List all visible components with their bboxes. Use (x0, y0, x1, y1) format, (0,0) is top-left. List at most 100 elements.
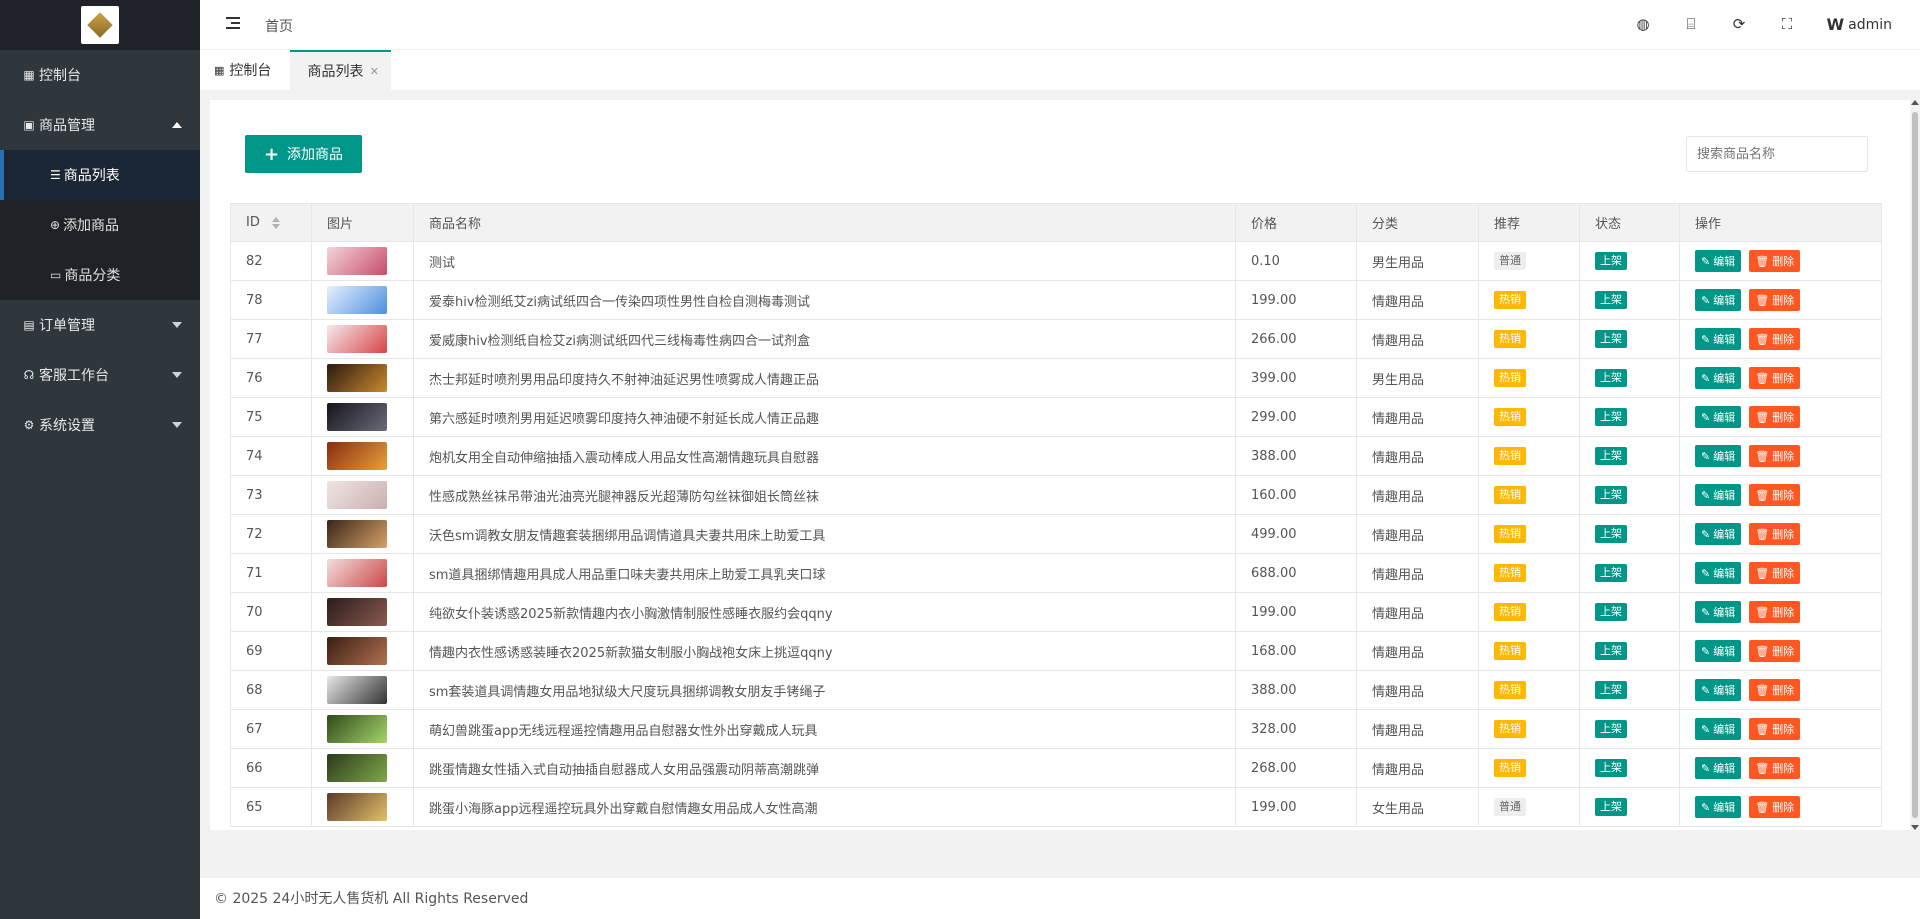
refresh-icon[interactable]: ⟳ (1730, 15, 1748, 33)
globe-icon[interactable]: ◍ (1634, 15, 1652, 33)
sort-icon[interactable] (272, 216, 280, 229)
cell-image (311, 241, 414, 281)
edit-button[interactable]: ✎ 编辑 (1695, 679, 1742, 701)
delete-button[interactable]: 🗑 删除 (1749, 406, 1801, 428)
sidebar-item-add-product[interactable]: ⊕ 添加商品 (0, 200, 200, 250)
edit-button[interactable]: ✎ 编辑 (1695, 601, 1742, 623)
product-thumbnail[interactable] (327, 559, 387, 587)
sidebar-item-product-list[interactable]: ☰ 商品列表 (0, 150, 200, 200)
cell-name: 萌幻兽跳蛋app无线远程遥控情趣用品自慰器女性外出穿戴成人玩具 (413, 709, 1236, 749)
recommend-badge: 热销 (1494, 720, 1526, 738)
edit-button[interactable]: ✎ 编辑 (1695, 445, 1742, 467)
add-product-button[interactable]: + 添加商品 (245, 135, 362, 173)
edit-button[interactable]: ✎ 编辑 (1695, 796, 1742, 818)
cell-status: 上架 (1579, 553, 1680, 593)
recommend-badge: 热销 (1494, 330, 1526, 348)
product-thumbnail[interactable] (327, 715, 387, 743)
cell-name: 杰士邦延时喷剂男用品印度持久不射神油延迟男性喷雾成人情趣正品 (413, 358, 1236, 398)
gift-icon[interactable]: ⌸ (1682, 15, 1700, 33)
delete-button[interactable]: 🗑 删除 (1749, 367, 1801, 389)
cell-category: 男生用品 (1356, 241, 1479, 281)
logo[interactable] (0, 0, 200, 50)
delete-button[interactable]: 🗑 删除 (1749, 796, 1801, 818)
cell-name: 性感成熟丝袜吊带油光油亮光腿神器反光超薄防勾丝袜御姐长筒丝袜 (413, 475, 1236, 515)
edit-button[interactable]: ✎ 编辑 (1695, 250, 1742, 272)
cell-category: 男生用品 (1356, 358, 1479, 398)
headset-icon: ☊ (23, 368, 35, 382)
cell-id: 65 (230, 787, 312, 827)
edit-button[interactable]: ✎ 编辑 (1695, 328, 1742, 350)
scroll-down-icon[interactable] (1911, 825, 1919, 830)
product-thumbnail[interactable] (327, 481, 387, 509)
close-icon[interactable]: ✕ (370, 65, 379, 78)
delete-button[interactable]: 🗑 删除 (1749, 601, 1801, 623)
product-thumbnail[interactable] (327, 520, 387, 548)
product-thumbnail[interactable] (327, 676, 387, 704)
scroll-up-icon[interactable] (1911, 100, 1919, 105)
scrollbar-thumb[interactable] (1912, 112, 1918, 818)
sidebar-item-order-management[interactable]: ▤ 订单管理 (0, 300, 200, 350)
product-thumbnail[interactable] (327, 364, 387, 392)
product-thumbnail[interactable] (327, 754, 387, 782)
delete-button[interactable]: 🗑 删除 (1749, 757, 1801, 779)
tab-product-list[interactable]: 商品列表 ✕ (290, 50, 391, 90)
edit-button[interactable]: ✎ 编辑 (1695, 289, 1742, 311)
search-input[interactable] (1686, 136, 1868, 172)
cell-price: 268.00 (1235, 748, 1357, 788)
cell-actions: ✎ 编辑 🗑 删除 (1679, 592, 1882, 632)
delete-button[interactable]: 🗑 删除 (1749, 328, 1801, 350)
fullscreen-icon[interactable]: ⛶ (1778, 15, 1796, 33)
delete-button[interactable]: 🗑 删除 (1749, 640, 1801, 662)
cell-recommend: 热销 (1478, 280, 1580, 320)
edit-button[interactable]: ✎ 编辑 (1695, 757, 1742, 779)
product-thumbnail[interactable] (327, 286, 387, 314)
cell-recommend: 热销 (1478, 670, 1580, 710)
scrollbar[interactable] (1910, 100, 1920, 830)
cell-image (311, 319, 414, 359)
product-thumbnail[interactable] (327, 442, 387, 470)
product-thumbnail[interactable] (327, 325, 387, 353)
product-thumbnail[interactable] (327, 247, 387, 275)
sidebar-item-customer-service[interactable]: ☊ 客服工作台 (0, 350, 200, 400)
product-thumbnail[interactable] (327, 403, 387, 431)
plus-icon: + (263, 143, 280, 165)
column-header-id[interactable]: ID (230, 203, 312, 242)
edit-button[interactable]: ✎ 编辑 (1695, 718, 1742, 740)
delete-button[interactable]: 🗑 删除 (1749, 718, 1801, 740)
breadcrumb[interactable]: 首页 (265, 16, 293, 36)
edit-icon: ✎ (1701, 293, 1711, 307)
status-badge: 上架 (1595, 447, 1627, 465)
tab-label: 商品列表 (307, 64, 364, 80)
delete-button[interactable]: 🗑 删除 (1749, 445, 1801, 467)
status-badge: 上架 (1595, 720, 1627, 738)
sidebar-item-product-management[interactable]: ▣ 商品管理 (0, 100, 200, 150)
edit-button[interactable]: ✎ 编辑 (1695, 484, 1742, 506)
cell-name: 跳蛋小海豚app远程遥控玩具外出穿戴自慰情趣女用品成人女性高潮 (413, 787, 1236, 827)
edit-button[interactable]: ✎ 编辑 (1695, 523, 1742, 545)
sidebar-item-dashboard[interactable]: ▦ 控制台 (0, 50, 200, 100)
delete-button[interactable]: 🗑 删除 (1749, 484, 1801, 506)
cell-recommend: 热销 (1478, 436, 1580, 476)
menu-toggle-icon[interactable] (226, 17, 240, 29)
delete-button[interactable]: 🗑 删除 (1749, 250, 1801, 272)
tab-dashboard[interactable]: ▦ 控制台 (214, 50, 271, 90)
product-thumbnail[interactable] (327, 793, 387, 821)
cell-price: 199.00 (1235, 592, 1357, 632)
sidebar-item-product-category[interactable]: ▭ 商品分类 (0, 250, 200, 300)
product-thumbnail[interactable] (327, 637, 387, 665)
cell-image (311, 475, 414, 515)
user-menu[interactable]: W admin (1826, 15, 1892, 34)
edit-button[interactable]: ✎ 编辑 (1695, 367, 1742, 389)
edit-button[interactable]: ✎ 编辑 (1695, 406, 1742, 428)
cell-category: 情趣用品 (1356, 475, 1479, 515)
edit-button[interactable]: ✎ 编辑 (1695, 640, 1742, 662)
delete-button[interactable]: 🗑 删除 (1749, 679, 1801, 701)
edit-button[interactable]: ✎ 编辑 (1695, 562, 1742, 584)
sidebar-item-system-settings[interactable]: ⚙ 系统设置 (0, 400, 200, 450)
column-header-name: 商品名称 (413, 203, 1236, 242)
cell-price: 168.00 (1235, 631, 1357, 671)
product-thumbnail[interactable] (327, 598, 387, 626)
delete-button[interactable]: 🗑 删除 (1749, 289, 1801, 311)
delete-button[interactable]: 🗑 删除 (1749, 562, 1801, 584)
delete-button[interactable]: 🗑 删除 (1749, 523, 1801, 545)
